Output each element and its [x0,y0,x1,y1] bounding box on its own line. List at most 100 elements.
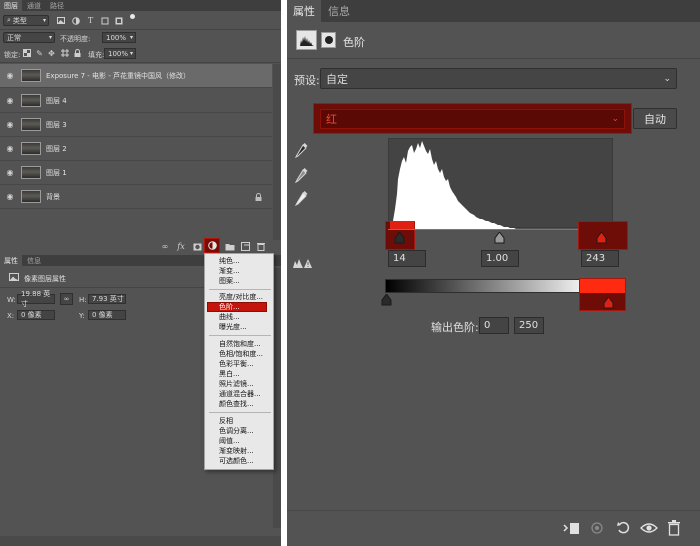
menu-separator [209,335,271,336]
lock-transparent-icon[interactable] [22,48,31,58]
tab-channels[interactable]: 通道 [23,0,45,11]
trash-icon[interactable] [256,242,266,251]
menu-item-channel-mixer[interactable]: 通道混合器... [219,390,261,399]
eye-icon[interactable]: ◉ [5,120,15,129]
fill-field[interactable]: 100% ▾ [104,48,136,59]
auto-button[interactable]: 自动 [633,108,677,129]
layer-row-2[interactable]: ◉ 图层 2 [0,137,272,161]
lock-all-icon[interactable] [73,48,82,58]
chevron-down-icon: ▾ [42,17,46,24]
adjustment-filter-icon[interactable] [71,15,80,26]
y-field[interactable]: 0 像素 [88,310,126,320]
width-field[interactable]: 19.88 英寸 [17,290,55,308]
properties-scrollbar[interactable] [273,268,281,528]
pixel-filter-icon[interactable] [56,15,65,26]
output-black-slider[interactable] [380,293,392,306]
trash-icon[interactable] [665,518,683,538]
input-gamma-field[interactable]: 1.00 [481,250,519,267]
new-layer-icon[interactable] [240,242,250,251]
tab-info[interactable]: 信息 [323,0,355,22]
menu-item-photo-filter[interactable]: 照片滤镜... [219,380,254,389]
type-filter-icon[interactable]: T [86,15,95,26]
blend-mode-select[interactable]: 正常 ▾ [3,32,55,43]
eye-icon[interactable]: ◉ [5,168,15,177]
layer-filter-select[interactable]: ⌕ 类型 ▾ [3,15,49,26]
layer-row-4[interactable]: ◉ 图层 4 [0,89,272,113]
eye-icon[interactable]: ◉ [5,192,15,201]
lock-brush-icon[interactable]: ✎ [35,48,44,58]
menu-item-exposure[interactable]: 曝光度... [219,323,247,332]
layer-row-exposure[interactable]: ◉ Exposure 7 - 电影 - 芦花重镜中国风（修改） [0,64,272,88]
menu-item-brightness-contrast[interactable]: 亮度/对比度... [219,293,263,302]
x-field[interactable]: 0 像素 [17,310,55,320]
menu-item-curves[interactable]: 曲线... [219,313,240,322]
channel-select[interactable]: 红 ⌄ [320,109,625,129]
eye-icon[interactable]: ◉ [5,71,15,80]
properties-footer [0,536,281,546]
menu-item-solid-color[interactable]: 纯色... [219,257,240,266]
layer-row-1[interactable]: ◉ 图层 1 [0,161,272,185]
height-value: 7.93 英寸 [92,295,124,303]
clip-to-layer-icon[interactable] [561,519,581,537]
menu-item-black-white[interactable]: 黑白... [219,370,240,379]
height-field[interactable]: 7.93 英寸 [88,294,126,304]
reset-icon[interactable] [614,519,634,537]
white-point-slider[interactable] [595,231,607,244]
tab-properties[interactable]: 属性 [287,0,321,22]
eye-icon[interactable]: ◉ [5,144,15,153]
lock-artboard-icon[interactable] [60,48,69,58]
menu-item-gradient[interactable]: 渐变... [219,267,240,276]
shape-filter-icon[interactable] [100,15,109,26]
right-tab-bar: 属性 信息 [287,0,700,22]
menu-item-selective-color[interactable]: 可选颜色... [219,457,254,466]
menu-item-color-balance[interactable]: 色彩平衡... [219,360,254,369]
white-point-eyedropper-icon[interactable] [293,190,309,208]
layer-thumbnail [21,118,41,131]
new-adjustment-layer-icon[interactable] [207,240,217,251]
menu-item-threshold[interactable]: 阈值... [219,437,240,446]
black-point-slider[interactable] [393,231,405,244]
gray-point-eyedropper-icon[interactable] [293,167,309,185]
menu-item-invert[interactable]: 反相 [219,417,233,426]
gamma-slider[interactable] [493,231,505,244]
output-white-slider[interactable] [602,296,614,309]
menu-item-levels[interactable]: 色阶... [219,303,240,312]
smart-object-filter-icon[interactable] [114,15,123,26]
menu-item-pattern[interactable]: 图案... [219,277,240,286]
fx-icon[interactable]: fx [175,242,187,251]
output-white-field[interactable]: 250 [514,317,544,334]
layer-thumbnail [21,94,41,107]
layer-row-background[interactable]: ◉ 背景 [0,185,272,209]
output-black-field[interactable]: 0 [479,317,509,334]
tab-paths[interactable]: 路径 [46,0,68,11]
menu-item-hue-saturation[interactable]: 色相/饱和度... [219,350,263,359]
eye-icon[interactable]: ◉ [5,96,15,105]
w-label: W: [7,296,16,304]
tab-layers[interactable]: 图层 [0,0,22,11]
filter-toggle-icon[interactable] [130,14,135,19]
search-icon: ⌕ [7,16,11,24]
view-previous-icon[interactable] [587,519,607,537]
folder-icon[interactable] [224,242,235,251]
tab-properties[interactable]: 属性 [0,255,22,266]
layers-scrollbar[interactable] [273,64,281,240]
menu-item-posterize[interactable]: 色调分离... [219,427,254,436]
menu-item-color-lookup[interactable]: 颜色查找... [219,400,254,409]
layer-mask-icon[interactable] [192,242,202,251]
black-point-eyedropper-icon[interactable] [293,142,309,160]
input-black-field[interactable]: 14 [388,250,426,267]
input-white-field[interactable]: 243 [581,250,619,267]
preset-select[interactable]: 自定 ⌄ [320,68,677,89]
eye-icon[interactable] [638,519,660,537]
menu-item-gradient-map[interactable]: 渐变映射... [219,447,254,456]
clip-warning-icon[interactable] [293,257,313,269]
link-dimensions-icon[interactable]: ∞ [60,293,73,305]
layer-row-3[interactable]: ◉ 图层 3 [0,113,272,137]
menu-item-vibrance[interactable]: 自然饱和度... [219,340,261,349]
mask-icon[interactable] [321,32,336,48]
divider [0,62,281,63]
opacity-field[interactable]: 100% ▾ [102,32,136,43]
link-layers-icon[interactable]: ∞ [160,242,170,251]
tab-info[interactable]: 信息 [23,255,45,266]
lock-move-icon[interactable]: ✥ [47,48,56,58]
